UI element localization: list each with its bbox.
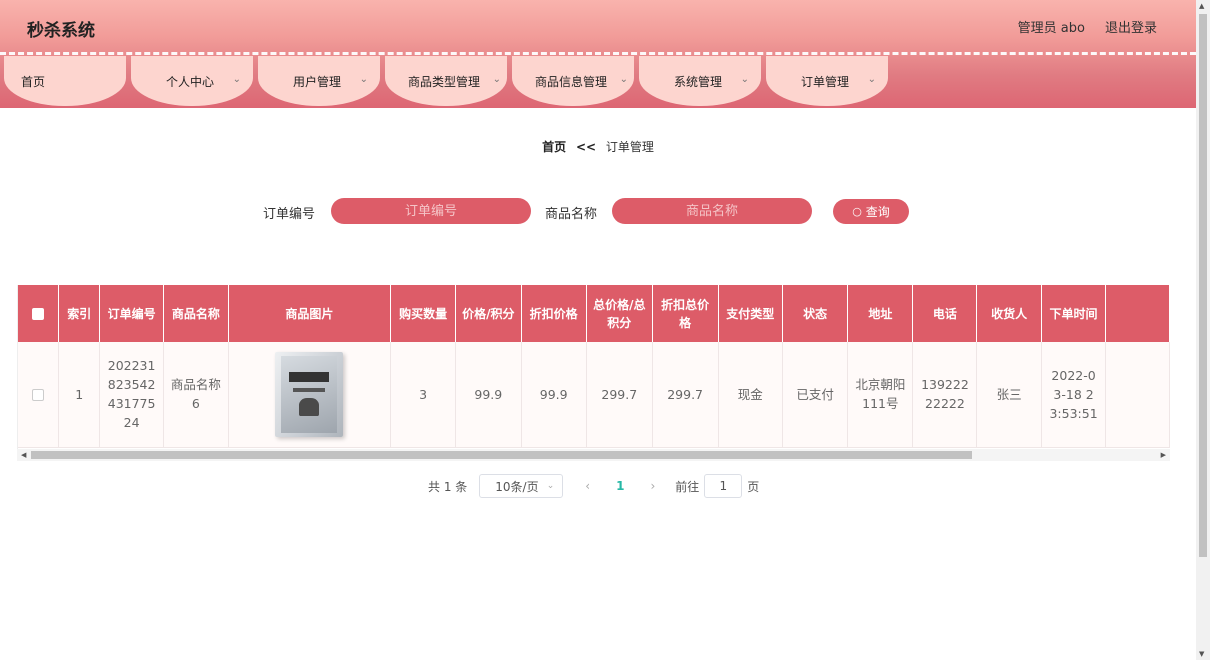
cell-product-name: 商品名称6 (163, 342, 229, 448)
prev-page-icon[interactable]: ‹ (585, 479, 590, 493)
cell-order-no: 20223182354243177524 (99, 342, 165, 448)
nav-item-home[interactable]: 首页 (4, 56, 126, 106)
cell-receiver: 张三 (976, 342, 1042, 448)
cell-order-time: 2022-03-18 23:53:51 (1041, 342, 1107, 448)
column-header: 地址 (847, 285, 914, 342)
page-number[interactable]: 1 (616, 479, 624, 493)
column-header: 价格/积分 (455, 285, 522, 342)
chevron-down-icon: ⌄ (232, 74, 241, 85)
page-size-value: 10条/页 (495, 479, 539, 494)
scrollbar-thumb[interactable] (31, 451, 972, 459)
column-header: 商品名称 (163, 285, 229, 342)
select-all-cell (18, 285, 60, 342)
cell-pay-type: 现金 (718, 342, 783, 448)
chevron-down-icon: ⌄ (546, 481, 555, 491)
breadcrumb-home[interactable]: 首页 (542, 140, 566, 154)
scrollbar-thumb[interactable] (1199, 14, 1207, 557)
user-area: 管理员 abo 退出登录 (1018, 17, 1157, 36)
chevron-down-icon: ⌄ (619, 74, 628, 85)
nav-item-label: 首页 (20, 74, 45, 89)
column-header-extra (1105, 285, 1170, 342)
header-divider (0, 52, 1196, 55)
column-header: 收货人 (976, 285, 1042, 342)
nav-item-personal-center[interactable]: 个人中心 ⌄ (131, 56, 253, 106)
breadcrumb: 首页 << 订单管理 (0, 138, 1196, 155)
nav-item-label: 商品信息管理 (534, 74, 607, 89)
scroll-right-icon[interactable]: ▶ (1161, 449, 1166, 461)
main-nav: 首页 个人中心 ⌄ 用户管理 ⌄ 商品类型管理 ⌄ 商品信息管理 ⌄ 系统管理 … (4, 56, 893, 108)
vertical-scrollbar[interactable]: ▲ ▼ (1196, 0, 1210, 660)
cell-discount-total: 299.7 (652, 342, 719, 448)
product-name-input[interactable] (612, 198, 812, 224)
column-header: 订单编号 (99, 285, 165, 342)
order-no-label: 订单编号 (263, 207, 316, 222)
scroll-left-icon[interactable]: ◀ (21, 449, 26, 461)
user-label[interactable]: 管理员 abo (1018, 17, 1085, 36)
cell-phone: 13922222222 (912, 342, 978, 448)
scroll-down-icon[interactable]: ▼ (1199, 650, 1204, 658)
table-row: 1 20223182354243177524 商品名称6 3 99.9 99.9… (18, 342, 1170, 448)
search-icon: ○ (852, 205, 862, 218)
nav-item-product-type-management[interactable]: 商品类型管理 ⌄ (385, 56, 507, 106)
cell-index: 1 (58, 342, 101, 448)
select-all-checkbox[interactable] (32, 308, 45, 320)
page-size-select[interactable]: 10条/页 ⌄ (479, 474, 564, 498)
column-header: 电话 (912, 285, 978, 342)
column-header: 购买数量 (390, 285, 457, 342)
column-header: 支付类型 (718, 285, 783, 342)
row-select-cell (18, 342, 60, 448)
cell-address: 北京朝阳111号 (847, 342, 914, 448)
nav-item-user-management[interactable]: 用户管理 ⌄ (258, 56, 380, 106)
cell-product-image (228, 342, 392, 448)
logout-link[interactable]: 退出登录 (1105, 17, 1157, 36)
total-count: 共 1 条 (428, 479, 468, 494)
column-header: 商品图片 (228, 285, 392, 342)
nav-item-product-info-management[interactable]: 商品信息管理 ⌄ (512, 56, 634, 106)
cell-total-price: 299.7 (586, 342, 653, 448)
page-suffix: 页 (747, 479, 760, 494)
row-checkbox[interactable] (32, 389, 45, 402)
nav-item-system-management[interactable]: 系统管理 ⌄ (639, 56, 761, 106)
breadcrumb-current: 订单管理 (605, 140, 654, 154)
column-header: 折扣总价格 (652, 285, 719, 342)
cell-price: 99.9 (455, 342, 522, 448)
app-title: 秒杀系统 (27, 21, 95, 41)
horizontal-scrollbar[interactable]: ◀ ▶ (17, 449, 1170, 461)
breadcrumb-separator: << (575, 140, 597, 154)
query-button-label: 查询 (865, 205, 890, 219)
scroll-up-icon[interactable]: ▲ (1199, 2, 1204, 10)
goto-page-input[interactable] (704, 474, 743, 498)
book-cover-image (275, 351, 344, 437)
order-table: 索引 订单编号 商品名称 商品图片 购买数量 价格/积分 折扣价格 总价格/总积… (17, 285, 1170, 460)
order-no-input[interactable] (331, 198, 531, 224)
product-name-label: 商品名称 (545, 207, 598, 222)
column-header: 索引 (58, 285, 101, 342)
column-header: 下单时间 (1041, 285, 1107, 342)
column-header: 状态 (782, 285, 849, 342)
chevron-down-icon: ⌄ (867, 74, 876, 85)
column-header: 总价格/总积分 (586, 285, 653, 342)
next-page-icon[interactable]: › (650, 479, 655, 493)
query-button[interactable]: ○ 查询 (833, 199, 909, 224)
nav-item-label: 系统管理 (673, 74, 722, 89)
nav-item-label: 用户管理 (292, 74, 341, 89)
chevron-down-icon: ⌄ (740, 74, 749, 85)
nav-item-label: 商品类型管理 (407, 74, 480, 89)
cell-extra (1105, 342, 1170, 448)
table-header-row: 索引 订单编号 商品名称 商品图片 购买数量 价格/积分 折扣价格 总价格/总积… (18, 285, 1170, 342)
goto-label: 前往 (675, 479, 700, 494)
chevron-down-icon: ⌄ (492, 74, 501, 85)
cell-quantity: 3 (390, 342, 457, 448)
nav-item-order-management[interactable]: 订单管理 ⌄ (766, 56, 888, 106)
nav-item-label: 个人中心 (165, 74, 214, 89)
chevron-down-icon: ⌄ (359, 74, 368, 85)
cell-status: 已支付 (782, 342, 849, 448)
column-header: 折扣价格 (521, 285, 587, 342)
nav-item-label: 订单管理 (800, 74, 849, 89)
pagination: 共 1 条 10条/页 ⌄ ‹ 1 › 前往 页 (428, 474, 759, 498)
cell-discount-price: 99.9 (521, 342, 587, 448)
